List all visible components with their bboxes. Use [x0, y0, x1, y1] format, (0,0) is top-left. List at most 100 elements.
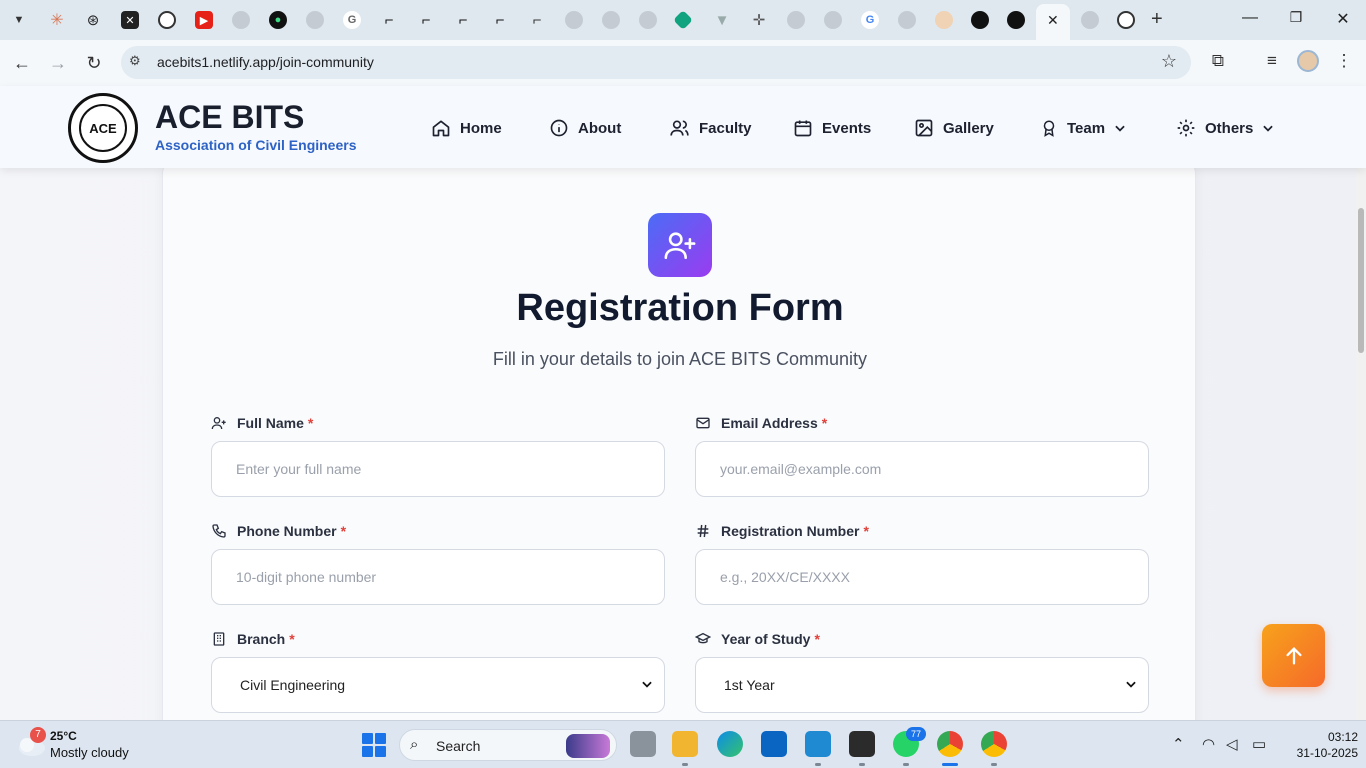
chrome-profile-icon[interactable] — [981, 731, 1007, 757]
back-button[interactable]: ← — [10, 51, 34, 75]
site-tab-icon[interactable] — [1117, 11, 1135, 29]
nav-about-label: About — [578, 119, 622, 137]
nav-events[interactable]: Events — [793, 117, 871, 139]
link-tab-icon[interactable]: ⌐ — [417, 11, 435, 29]
users-icon — [670, 120, 689, 136]
tab-icon[interactable]: ✛ — [750, 11, 768, 29]
ace-logo[interactable]: ACE — [68, 93, 138, 163]
menu-icon[interactable]: ⋮ — [1332, 51, 1356, 71]
globe-tab-icon[interactable] — [1081, 11, 1099, 29]
profile-avatar[interactable] — [1297, 50, 1319, 72]
clock-date[interactable]: 31-10-2025 — [1290, 746, 1358, 760]
extensions-icon[interactable]: ⧉ — [1206, 51, 1230, 71]
email-input[interactable] — [695, 441, 1149, 497]
registration-number-input[interactable] — [695, 549, 1149, 605]
clock-time[interactable]: 03:12 — [1318, 730, 1358, 744]
brand-subtitle: Association of Civil Engineers — [155, 137, 357, 153]
youtube-tab-icon[interactable]: ▶ — [195, 11, 213, 29]
outlook-icon[interactable] — [761, 731, 787, 757]
task-view-icon[interactable] — [630, 731, 656, 757]
start-button[interactable] — [362, 733, 386, 757]
nav-others-label: Others — [1205, 119, 1254, 137]
leaf-tab-icon[interactable]: ● — [269, 11, 287, 29]
globe-tab-icon[interactable] — [787, 11, 805, 29]
nav-others[interactable]: Others — [1176, 117, 1275, 139]
full-name-input[interactable] — [211, 441, 665, 497]
windows-taskbar: 7 25°C Mostly cloudy ⌕ Search 77 ⌃ ◠ ◁ ▭… — [0, 720, 1366, 768]
tab-search-button[interactable]: ▼ — [8, 9, 30, 31]
start-logo-tile — [375, 733, 386, 744]
close-tab-icon[interactable]: ✕ — [1047, 12, 1059, 29]
brand-title[interactable]: ACE BITS — [155, 99, 304, 136]
weather-temperature[interactable]: 25°C — [50, 729, 77, 743]
site-tab-icon[interactable] — [158, 11, 176, 29]
app-icon[interactable] — [849, 731, 875, 757]
x-tab-icon[interactable]: ✕ — [121, 11, 139, 29]
new-tab-button[interactable]: + — [1151, 8, 1163, 31]
url-text[interactable]: acebits1.netlify.app/join-community — [157, 54, 374, 70]
branch-select[interactable]: Civil Engineering — [211, 657, 665, 713]
globe-tab-icon[interactable] — [602, 11, 620, 29]
award-icon — [1043, 120, 1055, 137]
tab-icon[interactable]: ▼ — [713, 11, 731, 29]
page-scrollbar[interactable] — [1356, 168, 1366, 720]
link-tab-icon[interactable]: ⌐ — [528, 11, 546, 29]
globe-tab-icon[interactable] — [898, 11, 916, 29]
globe-tab-icon[interactable] — [306, 11, 324, 29]
github-tab-icon[interactable] — [1007, 11, 1025, 29]
start-logo-tile — [362, 733, 373, 744]
link-tab-icon[interactable]: ⌐ — [454, 11, 472, 29]
wifi-icon[interactable]: ◠ — [1202, 735, 1215, 753]
chrome-icon[interactable] — [937, 731, 963, 757]
scrollbar-thumb[interactable] — [1358, 208, 1364, 353]
battery-icon[interactable]: ▭ — [1252, 735, 1266, 753]
globe-tab-icon[interactable] — [639, 11, 657, 29]
edge-icon[interactable] — [717, 731, 743, 757]
openai-tab-icon[interactable]: ⊛ — [84, 11, 102, 29]
phone-input[interactable] — [211, 549, 665, 605]
home-icon — [432, 120, 450, 137]
link-tab-icon[interactable]: ⌐ — [491, 11, 509, 29]
file-explorer-icon[interactable] — [672, 731, 698, 757]
close-window-button[interactable]: ✕ — [1333, 9, 1353, 29]
vscode-icon[interactable] — [805, 731, 831, 757]
nav-team[interactable]: Team — [1040, 117, 1127, 139]
show-hidden-icons-chevron-icon[interactable]: ⌃ — [1172, 735, 1185, 753]
nav-about[interactable]: About — [549, 117, 621, 139]
site-info-icon[interactable]: ⚙ — [129, 53, 141, 69]
link-tab-icon[interactable]: ⌐ — [380, 11, 398, 29]
forward-button[interactable]: → — [46, 51, 70, 75]
page-content: Registration Form Fill in your details t… — [0, 168, 1366, 720]
restore-button[interactable]: ❐ — [1286, 9, 1306, 26]
avatar-tab-icon[interactable] — [935, 11, 953, 29]
address-bar[interactable]: ⚙ acebits1.netlify.app/join-community ☆ — [121, 46, 1191, 79]
claude-tab-icon[interactable]: ✳ — [48, 11, 66, 29]
diamond-tab-icon[interactable] — [673, 10, 693, 30]
minimize-button[interactable]: — — [1240, 9, 1260, 27]
google-tab-icon[interactable]: G — [343, 11, 361, 29]
browser-tab-strip: ▼ ✳ ⊛ ✕ ▶ ● G ⌐ ⌐ ⌐ ⌐ ⌐ ▼ ✛ G ✕ + — ❐ ✕ — [0, 0, 1366, 40]
taskbar-search[interactable]: ⌕ Search — [399, 729, 617, 761]
bookmark-star-icon[interactable]: ☆ — [1161, 51, 1177, 72]
weather-description[interactable]: Mostly cloudy — [50, 745, 129, 760]
year-select[interactable]: 1st Year — [695, 657, 1149, 713]
chevron-down-icon — [1263, 125, 1274, 132]
github-tab-icon[interactable] — [971, 11, 989, 29]
full-name-label: Full Name * — [211, 415, 313, 431]
scroll-to-top-button[interactable] — [1262, 624, 1325, 687]
globe-tab-icon[interactable] — [565, 11, 583, 29]
volume-icon[interactable]: ◁ — [1226, 735, 1238, 753]
globe-tab-icon[interactable] — [232, 11, 250, 29]
active-tab[interactable]: ✕ — [1036, 4, 1070, 40]
chevron-down-icon — [1126, 681, 1136, 688]
nav-gallery[interactable]: Gallery — [914, 117, 994, 139]
globe-tab-icon[interactable] — [824, 11, 842, 29]
user-plus-icon — [648, 213, 712, 277]
media-control-icon[interactable]: ≡ — [1260, 51, 1284, 71]
reload-button[interactable]: ↻ — [82, 51, 106, 75]
running-indicator — [682, 763, 688, 766]
google-tab-icon[interactable]: G — [861, 11, 879, 29]
building-icon — [213, 632, 225, 646]
nav-home[interactable]: Home — [431, 117, 502, 139]
nav-faculty[interactable]: Faculty — [669, 117, 752, 139]
